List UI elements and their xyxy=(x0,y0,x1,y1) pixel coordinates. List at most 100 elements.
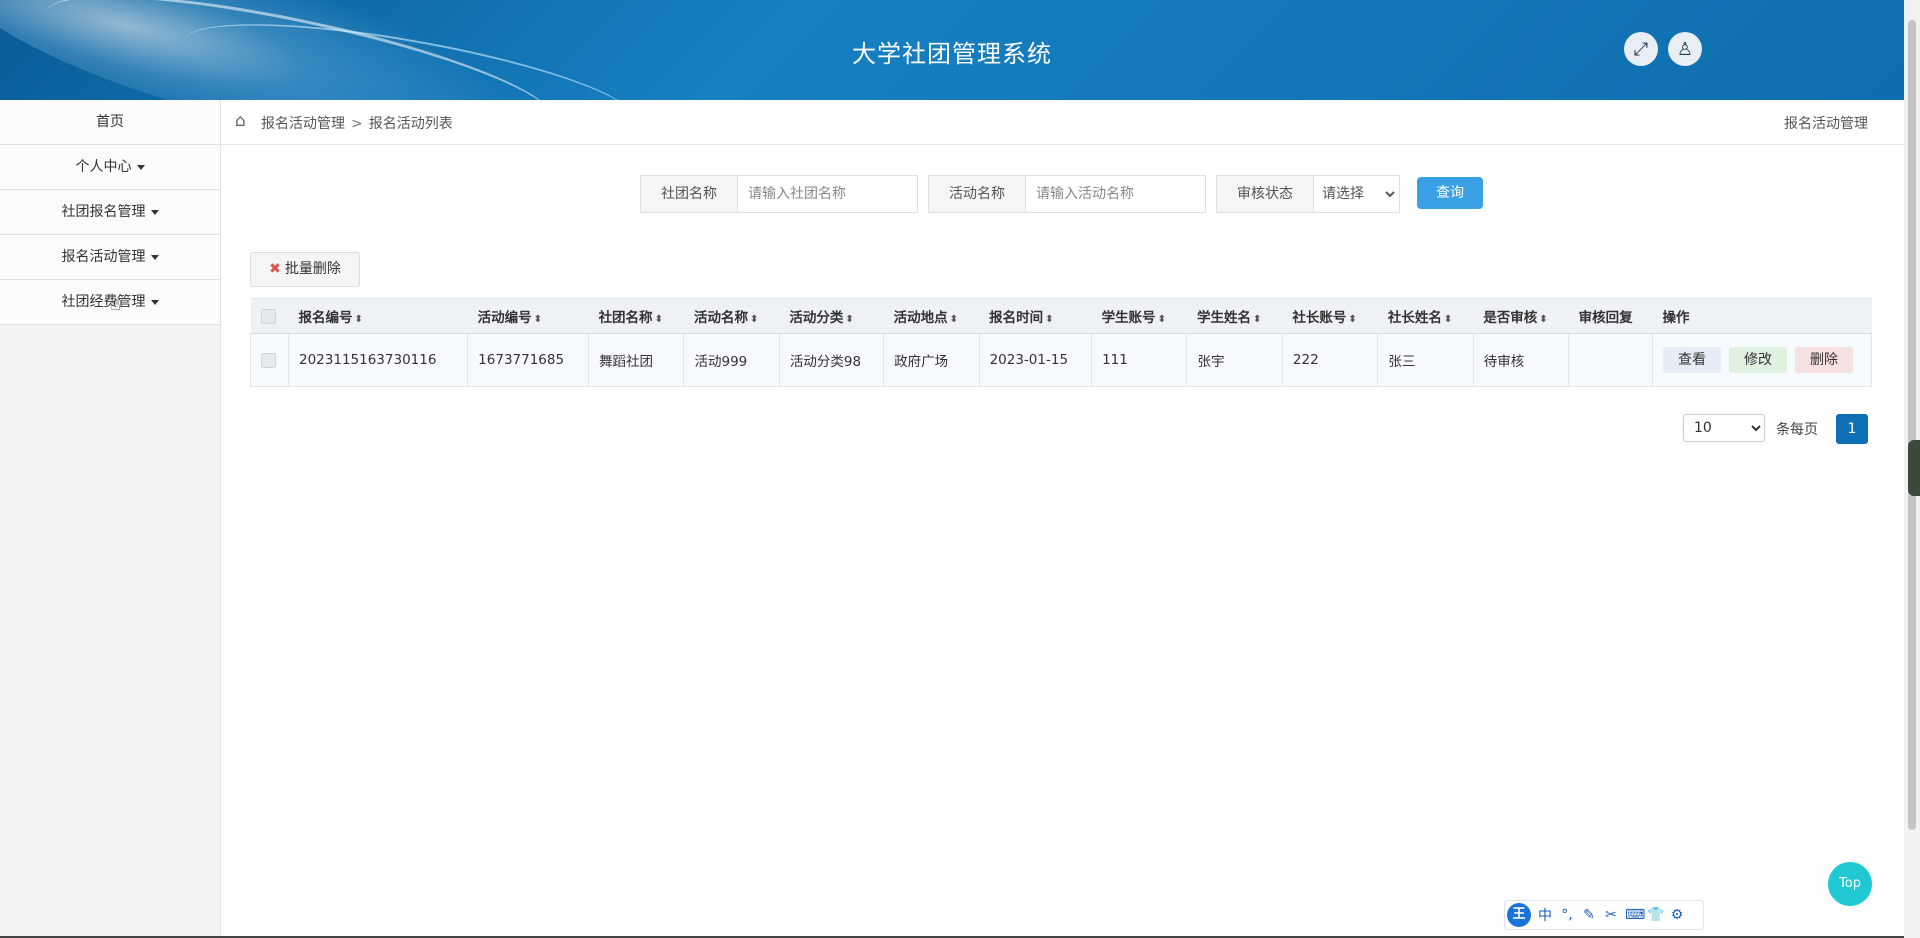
col-president-account[interactable]: 社长账号 ⬍ xyxy=(1282,298,1378,334)
cell-reviewed: 待审核 xyxy=(1472,333,1570,387)
col-reviewed[interactable]: 是否审核 ⬍ xyxy=(1473,298,1569,334)
col-activity-category[interactable]: 活动分类 ⬍ xyxy=(779,298,884,334)
row-select-cell[interactable] xyxy=(250,333,289,387)
caret-down-icon xyxy=(150,299,159,305)
ime-chinese-mode-icon[interactable]: 中 xyxy=(1537,905,1553,925)
per-page-label: 条每页 xyxy=(1776,422,1818,438)
table-row: 2023115163730116 1673771685 舞蹈社团 活动999 活… xyxy=(250,333,1872,387)
sidebar: 首页 个人中心 社团报名管理 报名活动管理 社团经费管理 xyxy=(0,100,221,938)
cell-operations: 查看 修改 删除 xyxy=(1652,333,1872,387)
breadcrumb-level1[interactable]: 报名活动管理 xyxy=(261,116,345,132)
user-icon: ♙ xyxy=(1676,38,1694,60)
sidebar-item-home[interactable]: 首页 xyxy=(0,100,220,145)
activity-registration-table: 报名编号 ⬍ 活动编号 ⬍ 社团名称 ⬍ 活动名称 ⬍ 活动分类 ⬍ 活动地点 ⬍ 报名时间… xyxy=(250,298,1872,387)
cell-registration-time: 2023-01-15 xyxy=(978,333,1093,387)
cell-activity-id: 1673771685 xyxy=(467,333,590,387)
app-header: 大学社团管理系统 ⤢ ♙ xyxy=(0,0,1904,100)
user-button[interactable]: ♙ xyxy=(1668,32,1702,66)
query-button[interactable]: 查询 xyxy=(1417,177,1483,209)
caret-down-icon xyxy=(136,164,145,170)
breadcrumb-level2: 报名活动列表 xyxy=(368,116,453,132)
col-activity-name[interactable]: 活动名称 ⬍ xyxy=(683,298,780,334)
table-header-row: 报名编号 ⬍ 活动编号 ⬍ 社团名称 ⬍ 活动名称 ⬍ 活动分类 ⬍ 活动地点 ⬍ 报名时间… xyxy=(250,298,1872,334)
sort-icon: ⬍ xyxy=(949,314,959,325)
ime-settings-icon[interactable]: ⚙ xyxy=(1669,907,1685,923)
ime-keyboard-icon[interactable]: ⌨ xyxy=(1625,907,1645,923)
sort-icon: ⬍ xyxy=(1252,314,1262,325)
cell-president-name: 张三 xyxy=(1377,333,1474,387)
col-operations: 操作 xyxy=(1652,298,1872,334)
cell-president-account: 222 xyxy=(1281,333,1379,387)
club-name-search: 社团名称 xyxy=(640,175,918,213)
breadcrumb: 报名活动管理 > 报名活动列表 xyxy=(261,113,453,133)
sort-icon: ⬍ xyxy=(1348,314,1357,325)
sort-icon: ⬍ xyxy=(654,314,663,325)
sidebar-item-club-registration[interactable]: 社团报名管理 xyxy=(0,190,220,235)
cell-registration-id: 2023115163730116 xyxy=(287,333,469,387)
col-registration-id[interactable]: 报名编号 ⬍ xyxy=(288,298,468,334)
col-activity-location[interactable]: 活动地点 ⬍ xyxy=(883,298,980,334)
activity-name-search: 活动名称 xyxy=(928,175,1206,213)
current-section-label: 报名活动管理 xyxy=(1784,116,1868,132)
ime-skin-icon[interactable]: 👕 xyxy=(1647,907,1664,923)
ime-handwriting-icon[interactable]: ✎ xyxy=(1581,907,1597,923)
breadcrumb-bar: ⌂ 报名活动管理 > 报名活动列表 报名活动管理 xyxy=(221,100,1904,145)
review-status-select[interactable]: 请选择 xyxy=(1314,176,1398,212)
fullscreen-button[interactable]: ⤢ xyxy=(1624,32,1658,66)
side-widget-handle[interactable] xyxy=(1908,440,1920,496)
header-select-all[interactable] xyxy=(250,298,289,334)
ime-toolbar: 王 中 °, ✎ ✂ ⌨ 👕 ⚙ xyxy=(1504,900,1704,930)
caret-down-icon xyxy=(150,254,159,260)
cell-activity-name: 活动999 xyxy=(683,333,780,387)
page-size-select[interactable]: 10 xyxy=(1683,414,1765,442)
col-president-name[interactable]: 社长姓名 ⬍ xyxy=(1377,298,1474,334)
review-status-search: 审核状态 请选择 xyxy=(1216,175,1400,213)
club-name-input[interactable] xyxy=(738,176,916,212)
breadcrumb-separator: > xyxy=(351,116,363,132)
cell-club-name: 舞蹈社团 xyxy=(588,333,685,387)
activity-name-label: 活动名称 xyxy=(929,176,1026,212)
sort-icon: ⬍ xyxy=(845,314,854,325)
ime-scissors-icon[interactable]: ✂ xyxy=(1603,907,1619,923)
home-icon[interactable]: ⌂ xyxy=(235,111,246,131)
activity-name-input[interactable] xyxy=(1026,176,1204,212)
delete-button[interactable]: 删除 xyxy=(1795,347,1853,373)
app-title: 大学社团管理系统 xyxy=(852,40,1052,68)
col-student-name[interactable]: 学生姓名 ⬍ xyxy=(1186,298,1283,334)
hand-cursor-icon: ☝ xyxy=(110,294,121,315)
edit-button[interactable]: 修改 xyxy=(1729,347,1787,373)
cell-review-reply xyxy=(1568,333,1653,387)
sidebar-item-activity-registration[interactable]: 报名活动管理 xyxy=(0,235,220,280)
row-checkbox[interactable] xyxy=(261,352,276,368)
ime-punctuation-icon[interactable]: °, xyxy=(1559,907,1575,923)
sort-icon: ⬍ xyxy=(1443,314,1453,325)
sidebar-item-personal-center[interactable]: 个人中心 xyxy=(0,145,220,190)
sort-icon: ⬍ xyxy=(1045,314,1054,325)
sort-icon: ⬍ xyxy=(354,314,363,325)
caret-down-icon xyxy=(150,209,159,215)
col-club-name[interactable]: 社团名称 ⬍ xyxy=(588,298,684,334)
batch-delete-button[interactable]: ✖ 批量删除 xyxy=(250,252,360,287)
page-number-button[interactable]: 1 xyxy=(1836,414,1868,444)
cell-activity-category: 活动分类98 xyxy=(778,333,885,387)
sort-icon: ⬍ xyxy=(749,314,759,325)
view-button[interactable]: 查看 xyxy=(1663,347,1721,373)
back-to-top-button[interactable]: Top xyxy=(1828,862,1872,906)
col-student-account[interactable]: 学生账号 ⬍ xyxy=(1091,298,1187,334)
sort-icon: ⬍ xyxy=(1539,314,1548,325)
select-all-checkbox[interactable] xyxy=(260,308,276,324)
review-status-label: 审核状态 xyxy=(1217,176,1314,212)
close-icon: ✖ xyxy=(269,261,281,277)
col-review-reply: 审核回复 xyxy=(1568,298,1653,334)
club-name-label: 社团名称 xyxy=(641,176,738,212)
scrollbar-thumb[interactable] xyxy=(1908,20,1916,830)
col-registration-time[interactable]: 报名时间 ⬍ xyxy=(979,298,1092,334)
fullscreen-icon: ⤢ xyxy=(1633,38,1649,60)
sort-icon: ⬍ xyxy=(1157,314,1166,325)
ime-logo-icon[interactable]: 王 xyxy=(1507,903,1531,927)
cell-student-name: 张宇 xyxy=(1186,333,1283,387)
cell-student-account: 111 xyxy=(1091,333,1188,387)
col-activity-id[interactable]: 活动编号 ⬍ xyxy=(467,298,589,334)
cell-activity-location: 政府广场 xyxy=(883,333,980,387)
sort-icon: ⬍ xyxy=(533,314,543,325)
